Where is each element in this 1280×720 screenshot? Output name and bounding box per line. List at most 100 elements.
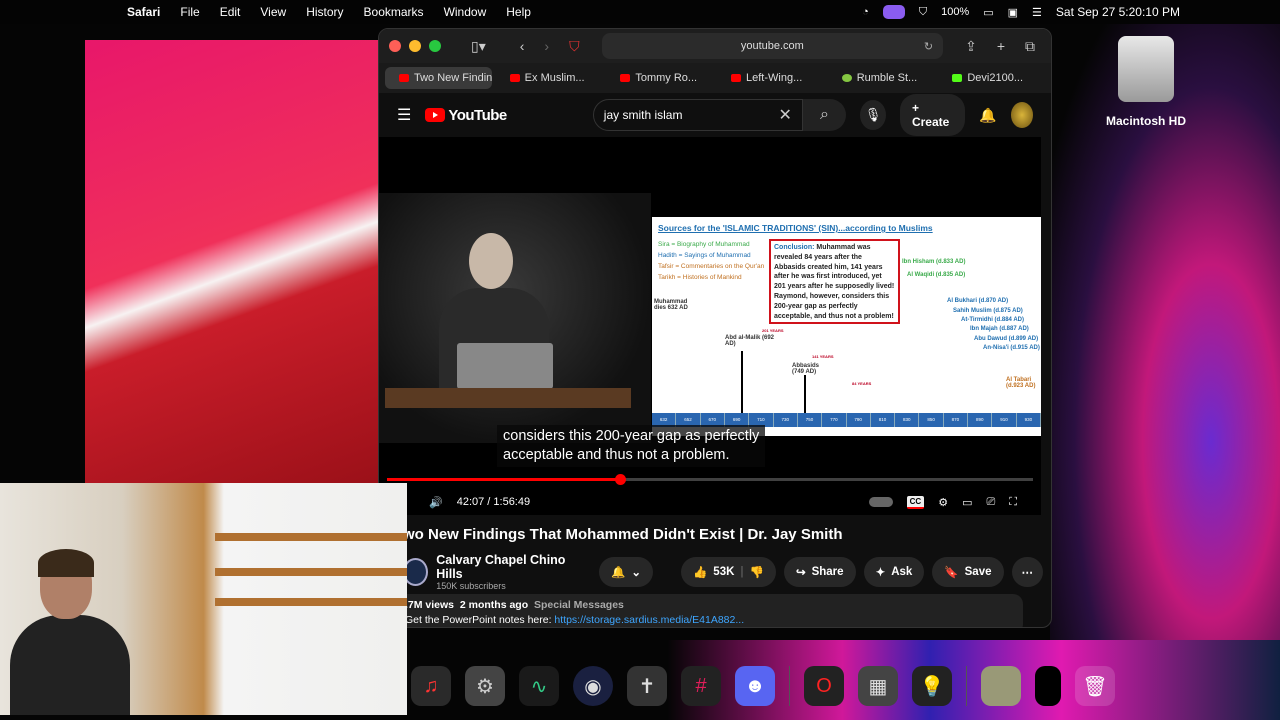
sidebar-icon[interactable]: ▯▾ bbox=[465, 38, 492, 55]
privacy-shield-icon[interactable]: ⛉ bbox=[563, 38, 586, 55]
menu-view[interactable]: View bbox=[260, 5, 286, 19]
microphone-icon: 🎙 bbox=[864, 107, 882, 122]
speaker-video-frame bbox=[379, 193, 651, 443]
dock-system-settings-icon[interactable]: ⚙ bbox=[465, 666, 505, 706]
menu-app[interactable]: Safari bbox=[127, 5, 160, 19]
kick-favicon-icon bbox=[952, 74, 963, 82]
shield-icon[interactable]: ⛉ bbox=[919, 6, 927, 19]
more-actions-button[interactable]: ⋯ bbox=[1011, 557, 1043, 587]
battery-percent[interactable]: 100% bbox=[941, 6, 969, 18]
dock: ♫ ⚙ ∿ ◉ ✝ # ☻ O ▦ 💡 🗑 bbox=[405, 660, 1155, 712]
dock-app-icon[interactable]: ✝ bbox=[627, 666, 667, 706]
control-center-icon[interactable]: ☰ bbox=[1032, 6, 1042, 19]
category-tag[interactable]: Special Messages bbox=[534, 599, 624, 611]
shelf bbox=[215, 533, 407, 541]
notification-bell-button[interactable]: 🔔 ⌄ bbox=[599, 557, 653, 587]
battery-icon[interactable]: ▭ bbox=[983, 6, 993, 19]
tab-overview-icon[interactable]: ⧉ bbox=[1019, 38, 1041, 55]
status-icon[interactable]: ◔ bbox=[862, 6, 869, 18]
scrubber-handle[interactable] bbox=[614, 474, 626, 485]
closed-caption: considers this 200-year gap as perfectly… bbox=[497, 425, 766, 467]
menu-icon[interactable]: ☰ bbox=[397, 105, 411, 125]
airplay-icon[interactable]: ⎚ bbox=[986, 496, 995, 509]
display-icon[interactable]: ▣ bbox=[1008, 6, 1018, 19]
description-link[interactable]: https://storage.sardius.media/E41A882... bbox=[554, 614, 744, 626]
event-label: An-Nisa'i (d.915 AD) bbox=[983, 345, 1040, 351]
tab-6[interactable]: Devi2100... bbox=[938, 67, 1045, 89]
notifications-bell-icon[interactable]: 🔔 bbox=[979, 107, 996, 124]
tab-5[interactable]: Rumble St... bbox=[828, 67, 935, 89]
menu-bookmarks[interactable]: Bookmarks bbox=[364, 5, 424, 19]
new-tab-icon[interactable]: + bbox=[991, 38, 1011, 54]
timeline-tick: 790 bbox=[847, 413, 871, 427]
rumble-favicon-icon bbox=[841, 74, 852, 82]
share-label: Share bbox=[811, 566, 844, 578]
search-input[interactable]: jay smith islam ✕ bbox=[592, 99, 803, 131]
back-icon[interactable]: ‹ bbox=[514, 38, 531, 54]
desktop-drive[interactable]: Macintosh HD bbox=[1100, 36, 1192, 128]
description-box[interactable]: .7M views 2 months ago Special Messages … bbox=[397, 594, 1023, 627]
hard-drive-icon bbox=[1118, 36, 1174, 102]
dock-trash-icon[interactable]: 🗑 bbox=[1075, 666, 1115, 706]
timeline-marker bbox=[741, 351, 743, 413]
theater-mode-icon[interactable]: ▭ bbox=[962, 496, 972, 509]
youtube-logo[interactable]: YouTube bbox=[425, 107, 507, 124]
create-button[interactable]: + Create bbox=[899, 94, 966, 136]
dock-safari-window-icon[interactable] bbox=[1035, 666, 1061, 706]
address-bar[interactable]: youtube.com ↻ bbox=[601, 33, 944, 59]
clock[interactable]: Sat Sep 27 5:20:10 PM bbox=[1056, 5, 1180, 19]
clear-search-icon[interactable]: ✕ bbox=[779, 105, 792, 125]
reload-icon[interactable]: ↻ bbox=[924, 40, 933, 53]
video-player[interactable]: Sources for the 'ISLAMIC TRADITIONS' (SI… bbox=[379, 137, 1041, 515]
timeline-tick: 930 bbox=[1017, 413, 1041, 427]
settings-gear-icon[interactable]: ⚙ bbox=[938, 496, 948, 509]
tab-3[interactable]: Tommy Ro... bbox=[606, 67, 713, 89]
dock-opera-icon[interactable]: O bbox=[804, 666, 844, 706]
autoplay-toggle[interactable] bbox=[868, 497, 893, 507]
ask-button[interactable]: ✦ Ask bbox=[863, 557, 925, 587]
menu-history[interactable]: History bbox=[306, 5, 343, 19]
dock-obs-icon[interactable]: ◉ bbox=[573, 666, 613, 706]
tab-4[interactable]: Left-Wing... bbox=[717, 67, 824, 89]
menu-edit[interactable]: Edit bbox=[220, 5, 241, 19]
thumbs-up-icon[interactable]: 👍 bbox=[693, 565, 707, 579]
drive-label: Macintosh HD bbox=[1105, 114, 1186, 128]
dock-discord-icon[interactable]: ☻ bbox=[735, 666, 775, 706]
bookmark-icon: 🔖 bbox=[944, 567, 959, 579]
timeline-tick: 850 bbox=[919, 413, 944, 427]
avatar[interactable] bbox=[1010, 102, 1034, 128]
forward-icon[interactable]: › bbox=[538, 38, 555, 54]
dock-game-window-icon[interactable] bbox=[981, 666, 1021, 706]
dock-activity-monitor-icon[interactable]: ∿ bbox=[519, 666, 559, 706]
dock-slack-icon[interactable]: # bbox=[681, 666, 721, 706]
minimize-window-button[interactable] bbox=[409, 40, 421, 52]
like-dislike-button[interactable]: 👍 53K | 👎 bbox=[680, 557, 776, 587]
captions-button[interactable]: CC bbox=[906, 495, 925, 509]
dock-lightbulb-icon[interactable]: 💡 bbox=[912, 666, 952, 706]
save-button[interactable]: 🔖 Save bbox=[932, 557, 1004, 587]
zoom-window-button[interactable] bbox=[429, 40, 441, 52]
menu-file[interactable]: File bbox=[180, 5, 199, 19]
wallpaper-right bbox=[1050, 24, 1280, 720]
screen-share-icon[interactable] bbox=[882, 5, 905, 19]
event-label: Al Waqidi (d.835 AD) bbox=[907, 272, 966, 278]
share-icon[interactable]: ⇪ bbox=[959, 38, 983, 55]
channel-name[interactable]: Calvary Chapel Chino Hills bbox=[436, 553, 577, 581]
menu-help[interactable]: Help bbox=[506, 5, 531, 19]
tab-1[interactable]: Two New Findings T... bbox=[385, 67, 492, 89]
dock-calculator-icon[interactable]: ▦ bbox=[858, 666, 898, 706]
search-button[interactable]: ⌕ bbox=[802, 99, 847, 131]
caption-line: considers this 200-year gap as perfectly bbox=[503, 428, 760, 444]
voice-search-button[interactable]: 🎙 bbox=[860, 100, 886, 130]
thumbs-down-icon[interactable]: 👎 bbox=[750, 565, 764, 579]
dock-music-icon[interactable]: ♫ bbox=[411, 666, 451, 706]
tab-2[interactable]: Ex Muslim... bbox=[496, 67, 603, 89]
bell-icon: 🔔 bbox=[611, 567, 626, 579]
progress-bar[interactable] bbox=[387, 474, 1033, 485]
share-button[interactable]: ↪ Share bbox=[783, 557, 856, 587]
fullscreen-icon[interactable]: ⛶ bbox=[1009, 496, 1017, 509]
volume-icon[interactable]: 🔊 bbox=[429, 496, 443, 509]
close-window-button[interactable] bbox=[389, 40, 401, 52]
menu-window[interactable]: Window bbox=[444, 5, 487, 19]
timeline-marker bbox=[804, 375, 806, 413]
